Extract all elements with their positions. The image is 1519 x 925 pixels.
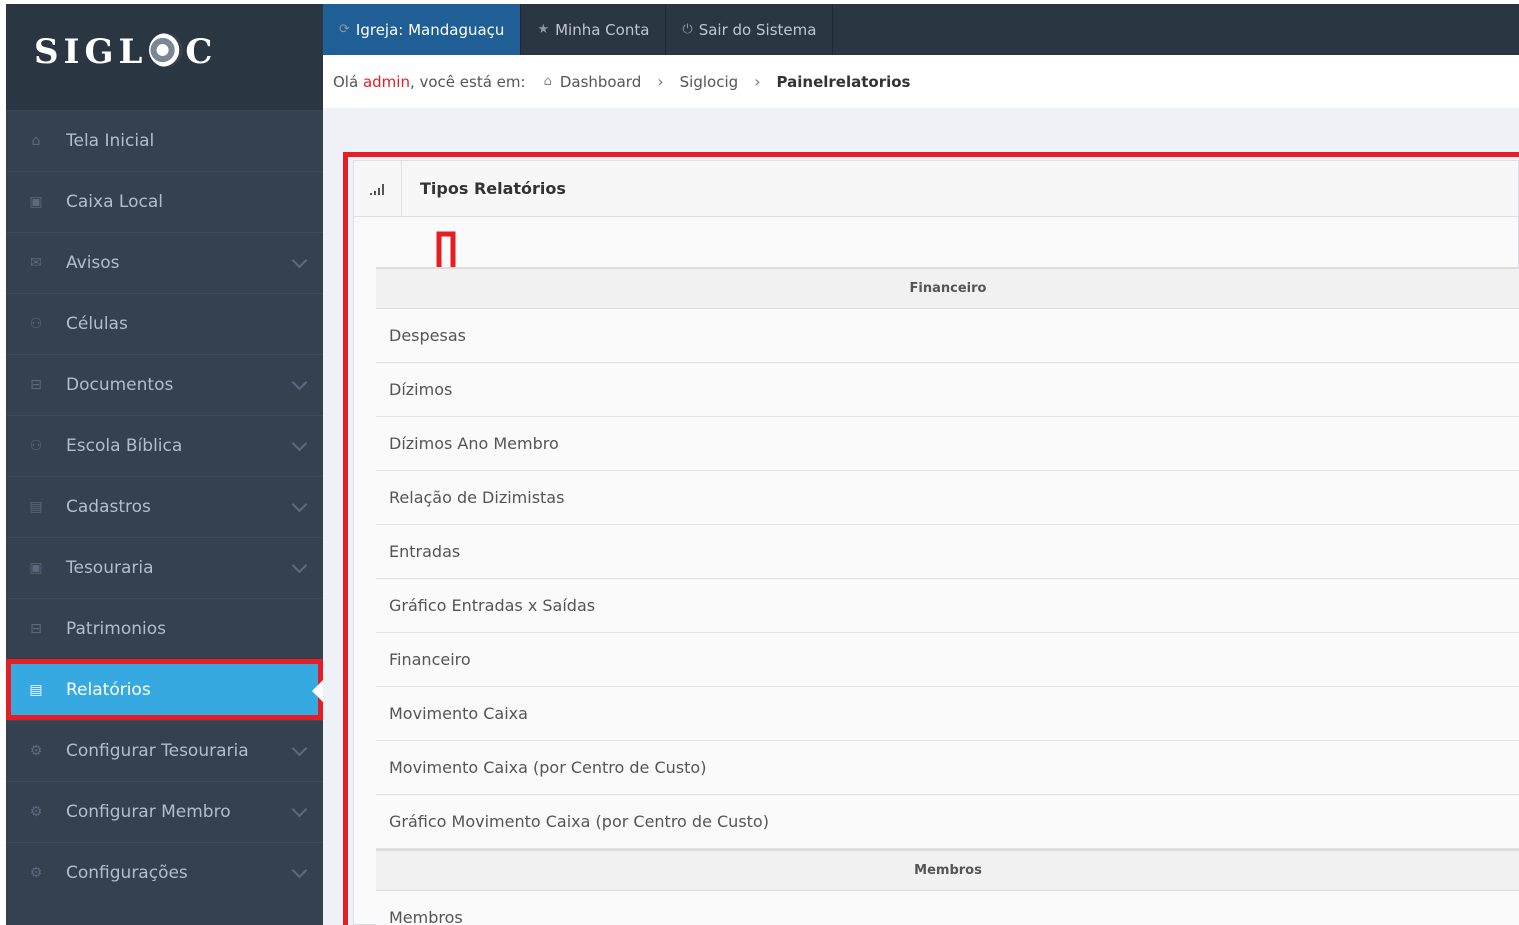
sidebar-item[interactable]: ▣ Tesouraria [6, 537, 323, 598]
reports-table: Financeiro Despesas Dízimos Dízimos Ano Mem… [376, 267, 1519, 925]
sidebar-item-label: Escola Bíblica [66, 436, 183, 456]
sidebar-item[interactable]: ⊟ Documentos [6, 354, 323, 415]
breadcrumb-siglocig[interactable]: Siglocig [680, 73, 739, 91]
greeting-text: Olá [333, 72, 359, 91]
logo-disc-icon [149, 33, 184, 67]
gear-icon: ⚙ [29, 865, 43, 881]
sidebar-item-label: Relatórios [66, 680, 151, 700]
sidebar-item-label: Tela Inicial [66, 131, 155, 151]
logo-area: SIGL C [6, 4, 323, 110]
group-icon: ⚇ [29, 438, 43, 454]
report-link[interactable]: Dízimos Ano Membro [376, 417, 1519, 471]
envelope-icon: ✉ [30, 255, 42, 271]
chevron-down-icon [291, 252, 308, 269]
refresh-icon: ⟳ [339, 22, 350, 37]
report-link[interactable]: Gráfico Movimento Caixa (por Centro de C… [376, 795, 1519, 849]
gear-icon: ⚙ [29, 743, 43, 759]
my-account-button[interactable]: ★ Minha Conta [521, 4, 667, 55]
logout-label: Sair do Sistema [698, 20, 817, 39]
home-icon: ⌂ [543, 74, 552, 89]
top-bar: ⟳ Igreja: Mandaguaçu ★ Minha Conta ⏻ Sai… [323, 4, 1519, 55]
sidebar-item[interactable]: ✉ Avisos [6, 232, 323, 293]
logout-button[interactable]: ⏻ Sair do Sistema [666, 4, 834, 55]
power-icon: ⏻ [682, 22, 693, 37]
sidebar-item[interactable]: ▤ Relatórios [6, 659, 324, 720]
star-icon: ★ [537, 22, 550, 37]
group-heading: Membros [376, 849, 1519, 891]
sidebar-item[interactable]: ⚙ Configurações [6, 842, 323, 903]
chevron-down-icon [291, 740, 308, 757]
sidebar-item-label: Configurações [66, 863, 188, 883]
sidebar: SIGL C ⌂ Tela Inicial ▣ Caixa Local ✉ Avisos ⚇ C… [6, 4, 324, 925]
group-icon: ⚇ [29, 316, 43, 332]
church-selector-button[interactable]: ⟳ Igreja: Mandaguaçu [323, 4, 522, 55]
sidebar-item-label: Configurar Tesouraria [66, 741, 249, 761]
report-link[interactable]: Relação de Dizimistas [376, 471, 1519, 525]
sidebar-item-label: Configurar Membro [66, 802, 231, 822]
sidebar-item-label: Tesouraria [66, 558, 154, 578]
reports-portlet: Tipos Relatórios Financeiro Despesas Dízim… [353, 160, 1519, 925]
report-link[interactable]: Movimento Caixa (por Centro de Custo) [376, 741, 1519, 795]
sidebar-nav: ⌂ Tela Inicial ▣ Caixa Local ✉ Avisos ⚇ Células… [6, 110, 324, 903]
sidebar-item[interactable]: ⊟ Patrimonios [6, 598, 323, 659]
portlet-title: Tipos Relatórios [420, 179, 566, 198]
breadcrumb-current: Painelrelatorios [776, 72, 911, 91]
sidebar-item[interactable]: ▣ Caixa Local [6, 171, 323, 232]
chevron-down-icon [291, 862, 308, 879]
money-icon: ▣ [29, 560, 43, 576]
report-link[interactable]: Membros [376, 891, 1519, 925]
drive-icon: ⊟ [30, 377, 42, 393]
sidebar-item-label: Documentos [66, 375, 174, 395]
gear-icon: ⚙ [29, 804, 43, 820]
sidebar-item[interactable]: ⌂ Tela Inicial [6, 110, 323, 171]
sidebar-item[interactable]: ⚙ Configurar Tesouraria [6, 720, 323, 781]
list-icon: ▤ [29, 499, 43, 515]
portlet-header: Tipos Relatórios [354, 160, 1518, 217]
home-icon: ⌂ [31, 133, 41, 149]
sidebar-item-label: Caixa Local [66, 192, 163, 212]
sidebar-item-label: Avisos [66, 253, 120, 273]
sidebar-item-label: Células [66, 314, 128, 334]
sidebar-item[interactable]: ▤ Cadastros [6, 476, 323, 537]
report-link[interactable]: Despesas [376, 309, 1519, 363]
report-link[interactable]: Financeiro [376, 633, 1519, 687]
drive-icon: ⊟ [30, 621, 42, 637]
chevron-right-icon: › [657, 72, 664, 91]
report-link[interactable]: Gráfico Entradas x Saídas [376, 579, 1519, 633]
app-window: SIGL C ⌂ Tela Inicial ▣ Caixa Local ✉ Avisos ⚇ C… [0, 0, 1519, 925]
logo[interactable]: SIGL C [34, 32, 217, 72]
report-link[interactable]: Dízimos [376, 363, 1519, 417]
sidebar-item-label: Cadastros [66, 497, 151, 517]
chevron-down-icon [291, 374, 308, 391]
location-prefix: , você está em: [409, 72, 526, 91]
group-heading: Financeiro [376, 267, 1519, 309]
sidebar-item[interactable]: ⚇ Células [6, 293, 323, 354]
money-icon: ▣ [29, 194, 43, 210]
report-link[interactable]: Entradas [376, 525, 1519, 579]
chevron-down-icon [291, 496, 308, 513]
list-icon: ▤ [29, 682, 43, 698]
chevron-down-icon [291, 435, 308, 452]
sidebar-item[interactable]: ⚙ Configurar Membro [6, 781, 323, 842]
chevron-right-icon: › [754, 72, 761, 91]
sidebar-item-label: Patrimonios [66, 619, 166, 639]
breadcrumb: Olá admin, você está em: ⌂ Dashboard › S… [323, 55, 1519, 108]
my-account-label: Minha Conta [555, 20, 650, 39]
signal-bars-icon [354, 160, 402, 217]
report-link[interactable]: Movimento Caixa [376, 687, 1519, 741]
chevron-down-icon [291, 801, 308, 818]
main-content: Tipos Relatórios Financeiro Despesas Dízim… [323, 108, 1519, 925]
chevron-down-icon [291, 557, 308, 574]
church-label: Igreja: Mandaguaçu [355, 20, 505, 39]
sidebar-item[interactable]: ⚇ Escola Bíblica [6, 415, 323, 476]
breadcrumb-dashboard[interactable]: Dashboard [560, 73, 641, 91]
user-name[interactable]: admin [363, 73, 410, 91]
